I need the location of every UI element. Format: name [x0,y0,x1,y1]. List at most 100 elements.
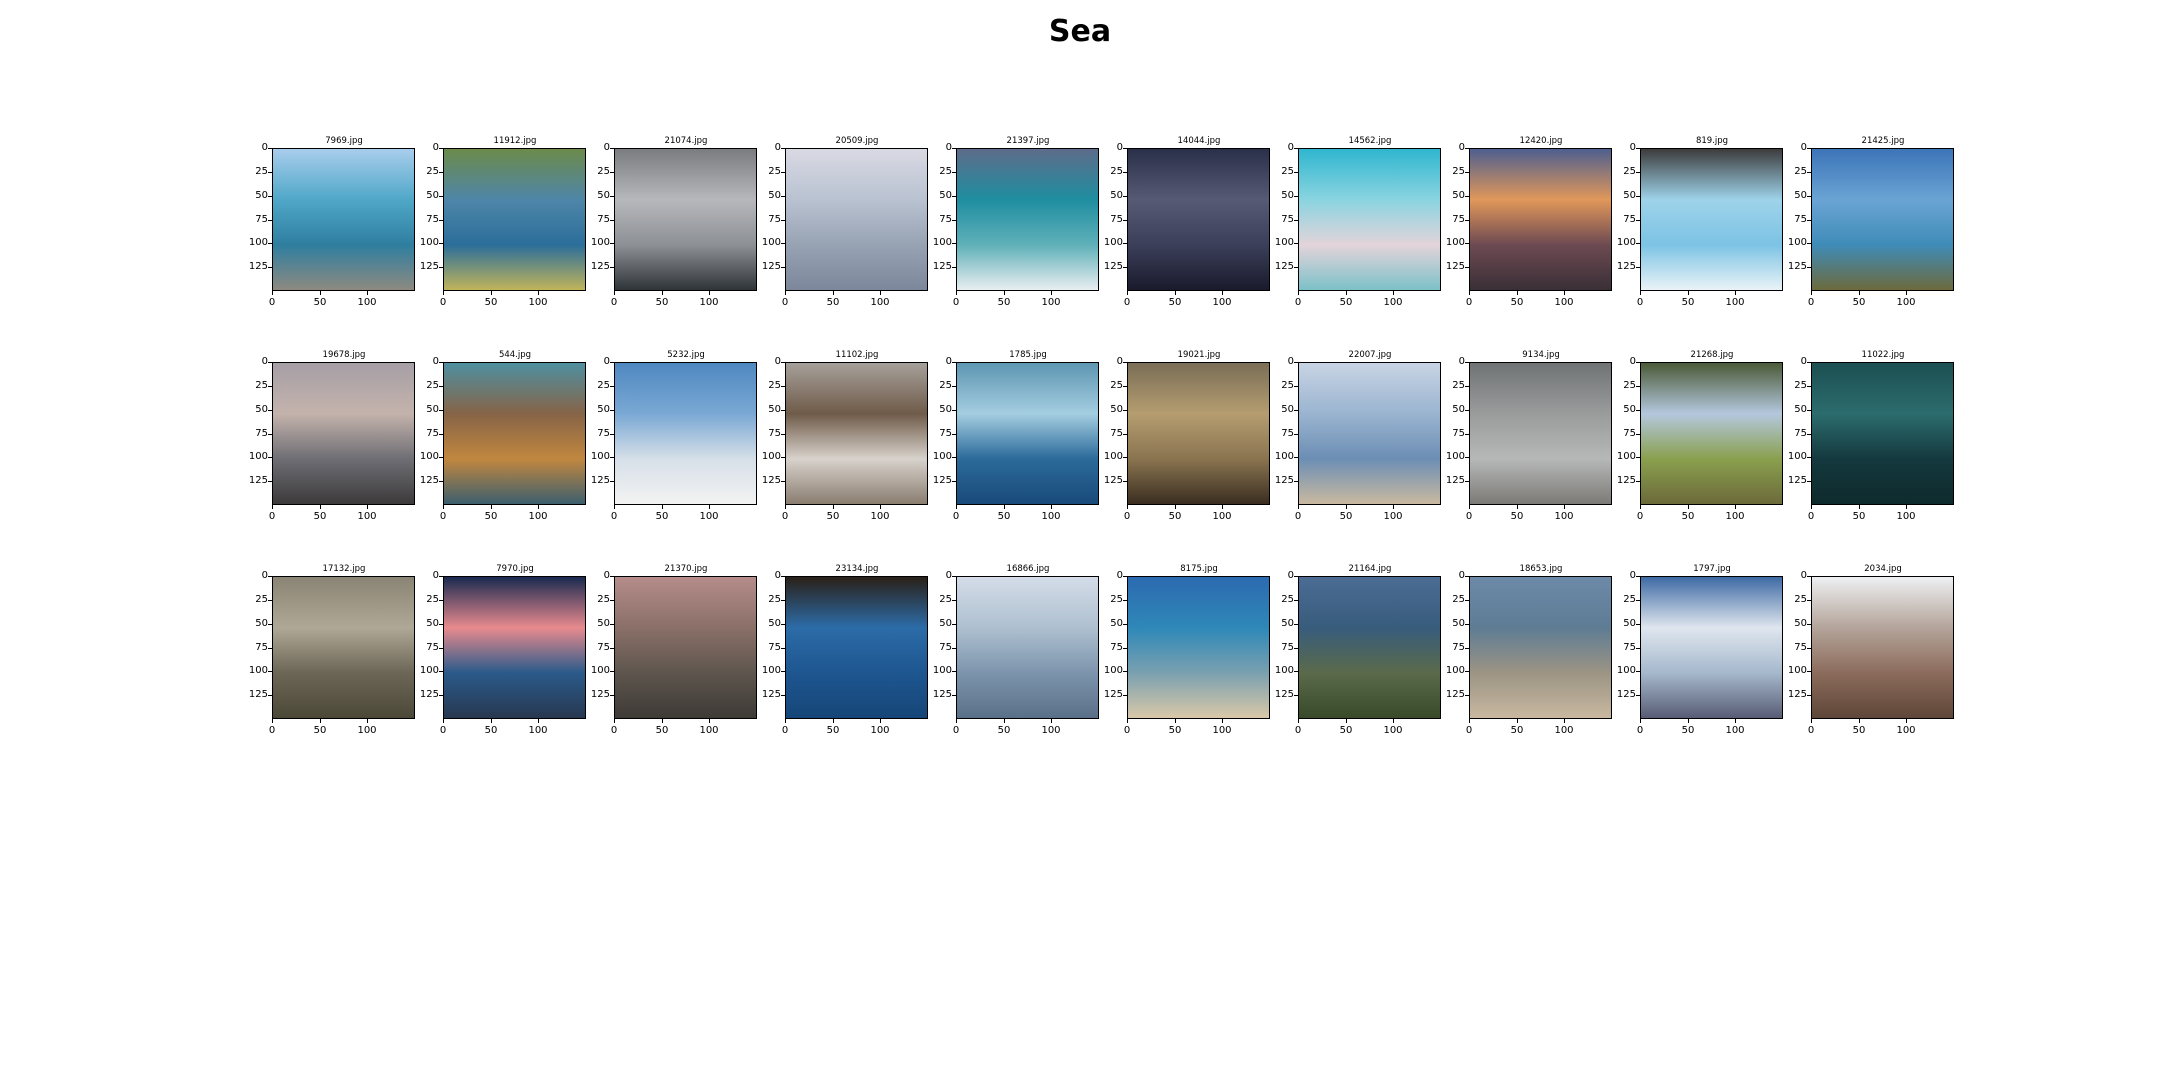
x-tick [1564,719,1565,723]
y-tick-label: 100 [1787,237,1807,248]
y-tick-label: 125 [932,261,952,272]
x-tick [1004,505,1005,509]
y-tick-label: 25 [1452,380,1465,391]
y-tick [268,624,272,625]
image-subplot: 19678.jpg 0 25 50 75 100 125 0 50 100 [249,350,422,534]
x-tick [1811,291,1812,295]
x-tick-label: 50 [1510,297,1524,308]
y-tick-label: 125 [248,261,268,272]
sea-photo [1640,148,1783,291]
y-tick-label: 25 [1452,166,1465,177]
x-tick [1051,291,1052,295]
y-tick-label: 100 [1445,237,1465,248]
y-tick [781,624,785,625]
image-grid: 7969.jpg 0 25 50 75 100 125 0 50 100 11912.jpg 0 25 5… [0,0,2160,1080]
x-tick [709,505,710,509]
x-tick [833,291,834,295]
y-tick-label: 75 [1110,642,1123,653]
x-tick [709,291,710,295]
y-tick [1636,220,1640,221]
x-tick-label: 0 [1807,511,1815,522]
x-tick [880,719,881,723]
x-tick-label: 100 [528,511,548,522]
x-tick-label: 50 [1852,725,1866,736]
y-tick-label: 75 [1110,214,1123,225]
x-tick [538,505,539,509]
sea-photo [1127,576,1270,719]
y-tick [1636,600,1640,601]
y-tick [1465,220,1469,221]
y-tick [1807,243,1811,244]
y-tick [439,386,443,387]
subplot-title: 14044.jpg [1177,136,1221,146]
subplot-title: 21397.jpg [1006,136,1050,146]
x-tick [320,291,321,295]
x-tick-label: 50 [313,511,327,522]
y-tick [268,172,272,173]
y-tick-label: 100 [761,237,781,248]
y-tick-label: 50 [939,404,952,415]
y-tick-label: 100 [1787,451,1807,462]
y-tick [1807,362,1811,363]
x-tick [1859,505,1860,509]
y-tick [610,600,614,601]
y-tick-label: 25 [939,166,952,177]
sea-photo [1469,148,1612,291]
y-tick-label: 75 [426,428,439,439]
x-tick-label: 100 [528,725,548,736]
x-tick-label: 0 [439,725,447,736]
y-tick [439,196,443,197]
x-tick-label: 0 [952,511,960,522]
y-tick [781,648,785,649]
x-tick-label: 100 [1041,297,1061,308]
x-tick [367,719,368,723]
x-tick [1735,291,1736,295]
y-tick [781,196,785,197]
y-tick-label: 25 [597,594,610,605]
x-tick [956,291,957,295]
y-tick-label: 25 [1623,380,1636,391]
y-tick-label: 25 [939,594,952,605]
subplot-title: 8175.jpg [1180,564,1218,574]
x-tick-label: 50 [826,297,840,308]
y-tick [268,267,272,268]
x-tick-label: 0 [781,725,789,736]
y-tick [781,434,785,435]
y-tick-label: 100 [1616,665,1636,676]
y-tick [610,695,614,696]
x-tick [614,291,615,295]
y-tick-label: 125 [248,689,268,700]
sea-photo [785,148,928,291]
y-tick-label: 0 [603,142,610,153]
y-tick-label: 125 [761,475,781,486]
y-tick [1123,624,1127,625]
y-tick [1465,576,1469,577]
y-tick-label: 75 [939,428,952,439]
x-tick-label: 50 [997,297,1011,308]
y-tick [1294,172,1298,173]
y-tick-label: 100 [1445,451,1465,462]
x-tick-label: 50 [1339,725,1353,736]
x-tick [1517,719,1518,723]
y-tick [1636,648,1640,649]
y-tick-label: 25 [1110,594,1123,605]
x-tick-label: 50 [1168,297,1182,308]
x-tick-label: 50 [826,511,840,522]
y-tick [268,481,272,482]
y-tick-label: 125 [1103,261,1123,272]
subplot-title: 7970.jpg [496,564,534,574]
image-subplot: 21268.jpg 0 25 50 75 100 125 0 50 100 [1617,350,1790,534]
y-tick-label: 50 [1452,404,1465,415]
y-tick [952,243,956,244]
subplot-title: 20509.jpg [835,136,879,146]
y-tick-label: 75 [1281,428,1294,439]
y-tick [781,410,785,411]
y-tick-label: 50 [1281,190,1294,201]
x-tick-label: 0 [781,297,789,308]
y-tick [1123,600,1127,601]
y-tick-label: 125 [419,475,439,486]
y-tick-label: 0 [1800,356,1807,367]
y-tick [1807,576,1811,577]
y-tick-label: 50 [768,404,781,415]
y-tick-label: 25 [1281,594,1294,605]
